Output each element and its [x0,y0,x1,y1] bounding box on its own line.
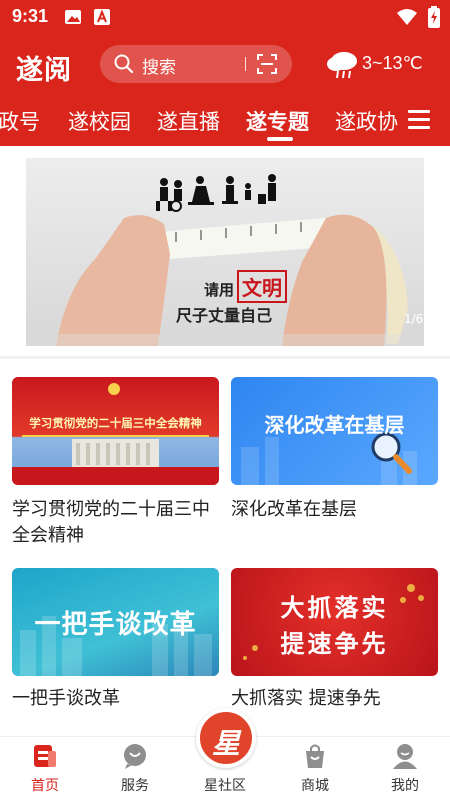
nav-profile[interactable]: 我的 [360,737,450,800]
topic-card[interactable]: 学习贯彻党的二十届三中全会精神 学习贯彻党的二十届三中全会精神 [12,377,219,553]
service-chat-icon [124,744,146,769]
topic-thumbnail-text: 深化改革在基层 [264,413,405,437]
banner-caption-line2: 尺子丈量自己 [176,306,273,325]
status-bar: 9:31 [0,0,450,34]
search-placeholder: 搜索 [142,58,176,78]
channel-menu-icon[interactable] [408,110,430,130]
banner-caption-prefix: 请用 [204,281,235,299]
nav-mall-label: 商城 [301,778,329,794]
user-profile-icon [393,744,417,769]
topic-thumbnail-text: 学习贯彻党的二十届三中全会精神 [29,416,202,430]
active-tab-indicator [267,137,293,141]
weather-temperature: 3~13℃ [362,53,423,73]
status-time: 9:31 [12,6,49,26]
home-news-icon [34,745,56,767]
topic-title: 学习贯彻党的二十届三中全会精神 [12,499,210,546]
tab-zhenghao[interactable]: 政号 [0,106,40,136]
topic-title: 一把手谈改革 [12,688,120,709]
tab-school[interactable]: 遂校园 [68,106,131,136]
banner-caption: 请用 文明 [204,270,288,303]
tab-special-topic[interactable]: 遂专题 [246,106,309,136]
gallery-icon [65,10,81,24]
topic-card[interactable]: 深化改革在基层 深化改革在基层 [231,377,438,553]
banner-page-counter: 1/6 [404,312,424,326]
topic-thumbnail-text-1: 大抓落实 [280,593,389,622]
scan-icon[interactable] [257,54,277,74]
tab-cppcc[interactable]: 遂政协 [335,106,398,136]
channel-tabs: 政号 遂校园 遂直播 遂专题 遂政协 [0,96,450,146]
party-emblem-icon [12,383,219,485]
search-bar[interactable]: 搜索 [100,45,292,83]
wifi-icon [397,9,417,25]
topic-thumbnail: 一把手谈改革 [12,568,219,676]
app-header: 遂阅 搜索 3~13℃ [0,34,450,96]
topic-thumbnail-text-2: 提速争先 [280,629,389,658]
topic-card[interactable]: 大抓落实 提速争先 大抓落实 提速争先 [231,568,438,718]
search-icon [114,54,134,74]
nav-home[interactable]: 首页 [0,737,90,800]
topic-title: 大抓落实 提速争先 [231,688,381,709]
battery-icon [428,6,440,28]
nav-profile-label: 我的 [391,778,419,794]
search-divider [245,57,246,71]
topic-thumbnail-text: 一把手谈改革 [34,610,197,640]
nav-mall[interactable]: 商城 [270,737,360,800]
app-screen: 9:31 遂阅 搜索 3~13℃ 政号 遂校园 遂直播 遂专题 遂政协 请用 文… [0,0,450,800]
shopping-bag-icon [306,744,324,768]
topic-thumbnail: 深化改革在基层 [231,377,438,485]
app-notification-icon [94,9,110,25]
topic-thumbnail: 学习贯彻党的二十届三中全会精神 [12,377,219,485]
nav-service-label: 服务 [121,778,149,794]
nav-service[interactable]: 服务 [90,737,180,800]
banner-caption-highlight: 文明 [237,270,288,303]
star-community-icon: 星 [211,727,240,760]
star-community-button[interactable]: 星 [196,708,256,768]
cloud-rain-icon [327,52,357,79]
section-divider [0,356,450,359]
app-logo: 遂阅 [16,55,72,86]
weather-widget[interactable]: 3~13℃ [326,48,423,84]
nav-star-community-label: 星社区 [204,778,246,794]
banner-carousel[interactable]: 请用 文明 尺子丈量自己 1/6 [26,158,424,346]
topic-card[interactable]: 一把手谈改革 一把手谈改革 [12,568,219,718]
topic-title: 深化改革在基层 [231,499,357,520]
topic-thumbnail: 大抓落实 提速争先 [231,568,438,676]
tab-live[interactable]: 遂直播 [157,106,220,136]
nav-home-label: 首页 [31,778,59,794]
